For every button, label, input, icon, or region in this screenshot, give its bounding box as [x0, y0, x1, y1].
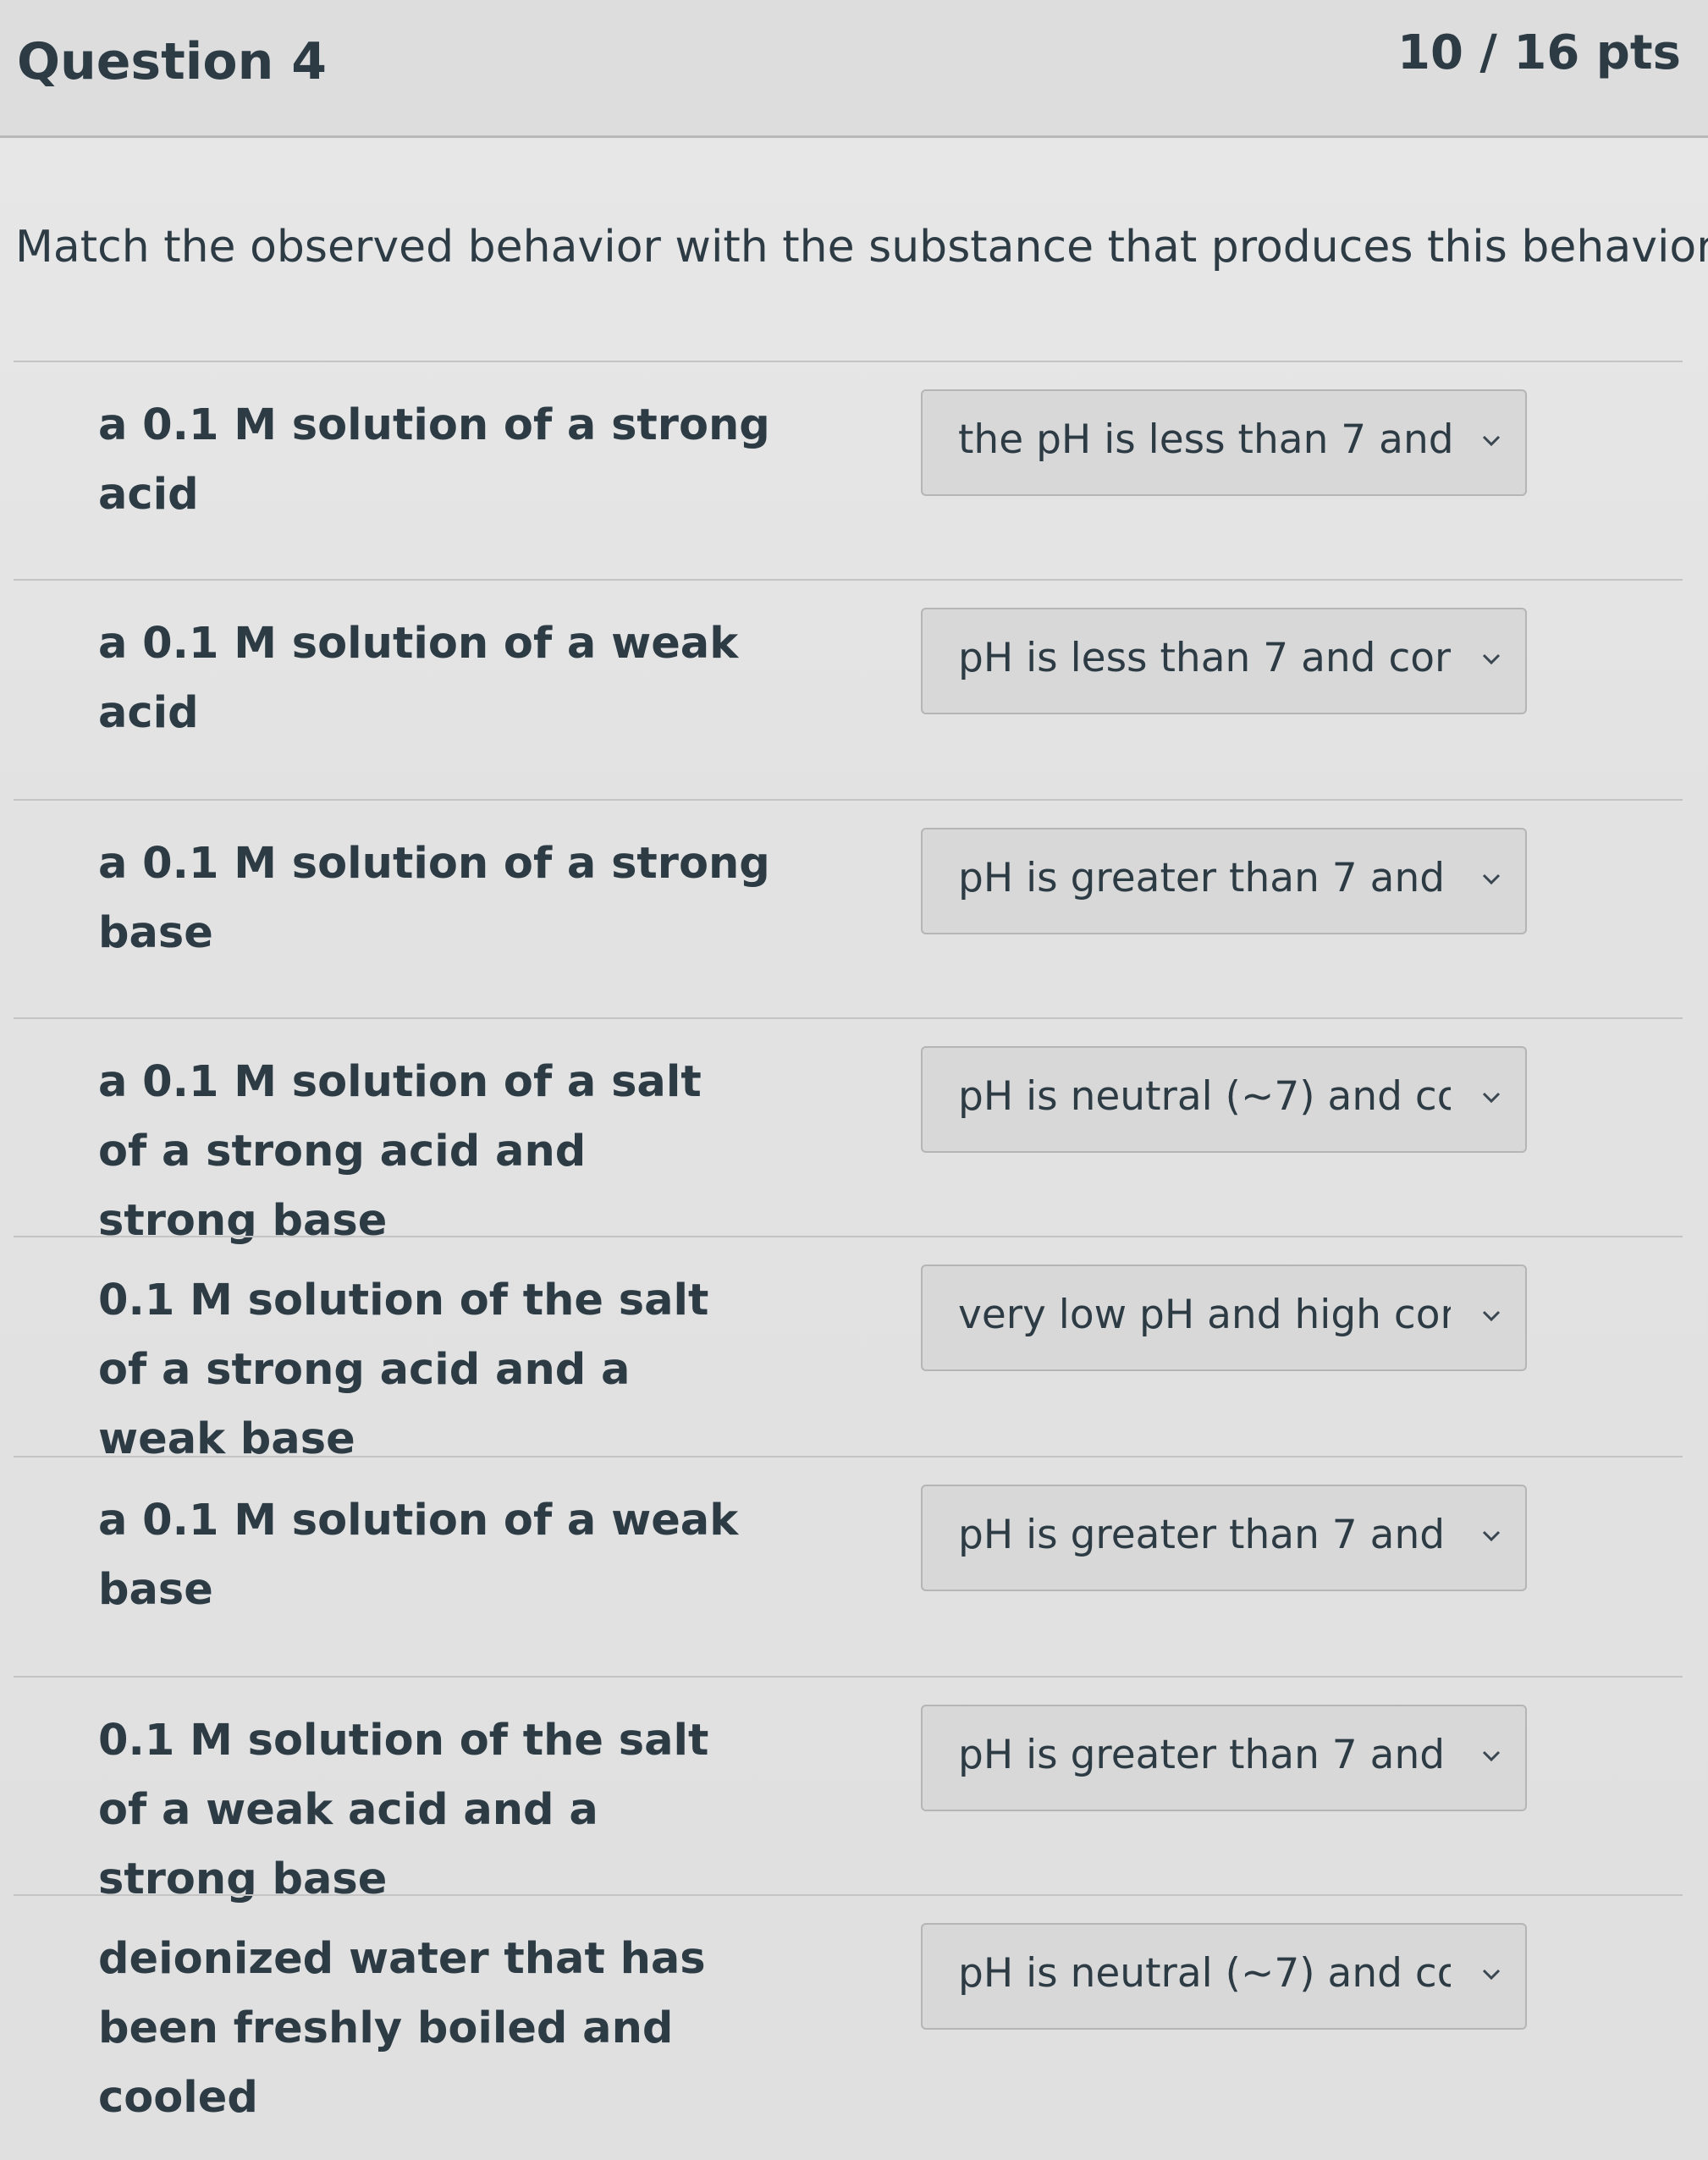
match-prompt-label: a 0.1 M solution of a strong acid — [98, 400, 770, 520]
dropdown-selected-value: very low pH and high condu — [958, 1292, 1451, 1338]
match-row: 0.1 M solution of the salt of a strong a… — [0, 1237, 1708, 1464]
match-row: 0.1 M solution of the salt of a weak aci… — [0, 1678, 1708, 1904]
match-prompt-label: a 0.1 M solution of a weak acid — [98, 619, 739, 738]
question-title: Question 4 — [17, 32, 327, 91]
answer-dropdown[interactable]: pH is greater than 7 and the — [921, 828, 1527, 934]
dropdown-selected-value: pH is greater than 7 and the — [958, 1732, 1451, 1778]
match-row: a 0.1 M solution of a strong acid the pH… — [0, 362, 1708, 581]
dropdown-selected-value: the pH is less than 7 and the — [958, 416, 1451, 463]
match-row: a 0.1 M solution of a weak acid pH is le… — [0, 581, 1708, 799]
answer-dropdown[interactable]: the pH is less than 7 and the — [921, 389, 1527, 496]
answer-dropdown[interactable]: pH is neutral (~7) and condu — [921, 1046, 1527, 1153]
match-prompt-label: 0.1 M solution of the salt of a weak aci… — [98, 1716, 709, 1904]
chevron-down-icon — [1482, 653, 1501, 665]
answer-dropdown[interactable]: very low pH and high condu — [921, 1265, 1527, 1371]
answer-dropdown[interactable]: pH is neutral (~7) and condu — [921, 1923, 1527, 2030]
match-row: a 0.1 M solution of a strong base pH is … — [0, 801, 1708, 1019]
dropdown-selected-value: pH is neutral (~7) and condu — [958, 1073, 1451, 1120]
match-prompt-label: deionized water that has been freshly bo… — [98, 1934, 706, 2123]
question-header: Question 4 10 / 16 pts — [0, 0, 1708, 138]
match-prompt-label: a 0.1 M solution of a weak base — [98, 1496, 739, 1615]
match-prompt-label: 0.1 M solution of the salt of a strong a… — [98, 1276, 709, 1464]
chevron-down-icon — [1482, 1310, 1501, 1322]
dropdown-selected-value: pH is greater than 7 and the — [958, 1512, 1451, 1558]
question-points: 10 / 16 pts — [1397, 25, 1681, 80]
chevron-down-icon — [1482, 1750, 1501, 1762]
chevron-down-icon — [1482, 1092, 1501, 1104]
question-prompt: Match the observed behavior with the sub… — [15, 222, 1708, 273]
answer-dropdown[interactable]: pH is greater than 7 and the — [921, 1705, 1527, 1811]
chevron-down-icon — [1482, 873, 1501, 885]
chevron-down-icon — [1482, 1969, 1501, 1981]
chevron-down-icon — [1482, 1530, 1501, 1542]
match-row: deionized water that has been freshly bo… — [0, 1896, 1708, 2123]
answer-dropdown[interactable]: pH is less than 7 and conduc — [921, 608, 1527, 714]
chevron-down-icon — [1482, 435, 1501, 447]
match-prompt-label: a 0.1 M solution of a salt of a strong a… — [98, 1057, 702, 1246]
dropdown-selected-value: pH is greater than 7 and the — [958, 855, 1451, 901]
match-prompt-label: a 0.1 M solution of a strong base — [98, 839, 770, 958]
quiz-page: Question 4 10 / 16 pts Match the observe… — [0, 0, 1708, 2160]
answer-dropdown[interactable]: pH is greater than 7 and the — [921, 1485, 1527, 1591]
match-row: a 0.1 M solution of a weak base pH is gr… — [0, 1457, 1708, 1676]
dropdown-selected-value: pH is less than 7 and conduc — [958, 635, 1451, 681]
match-row: a 0.1 M solution of a salt of a strong a… — [0, 1019, 1708, 1246]
dropdown-selected-value: pH is neutral (~7) and condu — [958, 1950, 1451, 1997]
